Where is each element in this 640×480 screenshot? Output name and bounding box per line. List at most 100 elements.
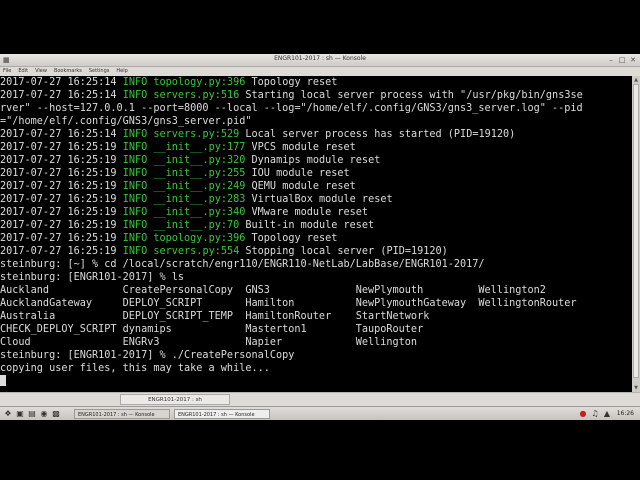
- log-msg: Built-in module reset: [245, 220, 375, 231]
- log-msg: Topology reset: [251, 77, 338, 88]
- menu-bookmarks[interactable]: Bookmarks: [54, 67, 82, 76]
- log-ts: 2017-07-27 16:25:19: [0, 246, 117, 257]
- volume-icon[interactable]: ♫: [590, 409, 600, 419]
- menu-help[interactable]: Help: [116, 67, 127, 76]
- log-src: __init__.py:283: [153, 194, 246, 205]
- taskbar-task-konsole-1[interactable]: ENGR101-2017 : sh — Konsole: [74, 409, 170, 419]
- log-lvl: INFO: [122, 77, 148, 88]
- log-msg: Dynamips module reset: [251, 155, 381, 166]
- log-lvl: INFO: [122, 168, 148, 179]
- log-msg: Topology reset: [251, 233, 338, 244]
- log-msg: QEMU module reset: [251, 181, 356, 192]
- log-src: __init__.py:320: [153, 155, 246, 166]
- terminal-line: steinburg: [~] % cd /local/scratch/engr1…: [0, 258, 632, 271]
- log-src: servers.py:554: [153, 246, 240, 257]
- log-lvl: INFO: [122, 155, 148, 166]
- taskbar-clock[interactable]: 16:26: [617, 409, 634, 419]
- terminal-scrollbar[interactable]: ▲ ▼: [632, 76, 640, 392]
- window-title: ENGR101-2017 : sh — Konsole: [274, 55, 366, 62]
- log-src: __init__.py:249: [153, 181, 246, 192]
- log-lvl: INFO: [122, 220, 148, 231]
- terminal-text: ="/home/elf/.config/GNS3/gns3_server.pid…: [0, 116, 252, 127]
- scrollbar-thumb[interactable]: [633, 84, 639, 378]
- log-ts: 2017-07-27 16:25:19: [0, 168, 117, 179]
- terminal-line: copying user files, this may take a whil…: [0, 362, 632, 375]
- terminal-text: rver" --host=127.0.0.1 --port=8000 --loc…: [0, 103, 583, 114]
- log-lvl: INFO: [122, 129, 148, 140]
- terminal-text: Auckland CreatePersonalCopy GNS3 NewPlym…: [0, 285, 546, 296]
- konsole-tab-bar: ENGR101-2017 : sh: [0, 392, 640, 407]
- log-src: topology.py:396: [153, 233, 246, 244]
- log-msg: IOU module reset: [251, 168, 350, 179]
- terminal-text: steinburg: [~] % cd /local/scratch/engr1…: [0, 259, 485, 270]
- terminal-line: 2017-07-27 16:25:19 INFO __init__.py:340…: [0, 206, 632, 219]
- menu-view[interactable]: View: [35, 67, 47, 76]
- log-msg: VPCS module reset: [251, 142, 356, 153]
- log-lvl: INFO: [122, 246, 148, 257]
- terminal-text: steinburg: [ENGR101-2017] % ls: [0, 272, 185, 283]
- terminal-text: steinburg: [ENGR101-2017] % ./CreatePers…: [0, 350, 295, 361]
- log-src: __init__.py:177: [153, 142, 246, 153]
- scroll-down-icon[interactable]: ▼: [632, 384, 640, 392]
- log-lvl: INFO: [122, 233, 148, 244]
- show-desktop-icon[interactable]: ▣: [15, 409, 25, 419]
- log-msg: Starting local server process with "/usr…: [245, 90, 583, 101]
- file-manager-icon[interactable]: ▤: [27, 409, 37, 419]
- log-lvl: INFO: [122, 207, 148, 218]
- terminal-line: 2017-07-27 16:25:19 INFO __init__.py:249…: [0, 180, 632, 193]
- log-src: __init__.py:255: [153, 168, 246, 179]
- taskbar: ❖ ▣ ▤ ◉ ▩ ENGR101-2017 : sh — Konsole EN…: [0, 406, 640, 420]
- log-src: servers.py:529: [153, 129, 240, 140]
- terminal-line: Australia DEPLOY_SCRIPT_TEMP HamiltonRou…: [0, 310, 632, 323]
- terminal-text: Australia DEPLOY_SCRIPT_TEMP HamiltonRou…: [0, 311, 430, 322]
- terminal-line: ="/home/elf/.config/GNS3/gns3_server.pid…: [0, 115, 632, 128]
- log-lvl: INFO: [122, 90, 148, 101]
- terminal-line: 2017-07-27 16:25:19 INFO __init__.py:320…: [0, 154, 632, 167]
- log-lvl: INFO: [122, 142, 148, 153]
- terminal-line: steinburg: [ENGR101-2017] % ./CreatePers…: [0, 349, 632, 362]
- terminal-line: 2017-07-27 16:25:14 INFO servers.py:516 …: [0, 89, 632, 102]
- log-src: __init__.py:70: [153, 220, 240, 231]
- terminal-line: 2017-07-27 16:25:19 INFO servers.py:554 …: [0, 245, 632, 258]
- terminal-line: steinburg: [ENGR101-2017] % ls: [0, 271, 632, 284]
- window-titlebar[interactable]: ▦ ENGR101-2017 : sh — Konsole – □ ✕: [0, 54, 640, 67]
- terminal-line: 2017-07-27 16:25:19 INFO topology.py:396…: [0, 232, 632, 245]
- menu-settings[interactable]: Settings: [89, 67, 110, 76]
- log-ts: 2017-07-27 16:25:19: [0, 181, 117, 192]
- terminal-text: CHECK_DEPLOY_SCRIPT dynamips Masterton1 …: [0, 324, 424, 335]
- terminal-line: 2017-07-27 16:25:19 INFO __init__.py:283…: [0, 193, 632, 206]
- start-menu-icon[interactable]: ❖: [3, 409, 13, 419]
- log-ts: 2017-07-27 16:25:19: [0, 233, 117, 244]
- terminal-launcher-icon[interactable]: ▩: [51, 409, 61, 419]
- browser-icon[interactable]: ◉: [39, 409, 49, 419]
- scroll-up-icon[interactable]: ▲: [632, 76, 640, 84]
- log-src: servers.py:516: [153, 90, 240, 101]
- terminal-output[interactable]: 2017-07-27 16:25:14 INFO topology.py:396…: [0, 76, 632, 392]
- terminal-line: 2017-07-27 16:25:19 INFO __init__.py:255…: [0, 167, 632, 180]
- terminal-cursor-line: [0, 375, 632, 388]
- log-lvl: INFO: [122, 194, 148, 205]
- terminal-text: copying user files, this may take a whil…: [0, 363, 270, 374]
- text-cursor: [0, 375, 6, 386]
- log-src: topology.py:396: [153, 77, 246, 88]
- log-ts: 2017-07-27 16:25:14: [0, 77, 117, 88]
- network-icon[interactable]: ▲: [602, 409, 612, 419]
- terminal-text: Cloud ENGRv3 Napier Wellington: [0, 337, 418, 348]
- terminal-line: 2017-07-27 16:25:19 INFO __init__.py:70 …: [0, 219, 632, 232]
- session-tab[interactable]: ENGR101-2017 : sh: [120, 394, 230, 405]
- menu-file[interactable]: File: [3, 67, 11, 76]
- close-icon[interactable]: ✕: [629, 56, 637, 64]
- log-ts: 2017-07-27 16:25:19: [0, 142, 117, 153]
- maximize-icon[interactable]: □: [618, 56, 626, 64]
- taskbar-task-konsole-2[interactable]: ENGR101-2017 : sh — Konsole: [174, 409, 270, 419]
- terminal-line: CHECK_DEPLOY_SCRIPT dynamips Masterton1 …: [0, 323, 632, 336]
- log-msg: VirtualBox module reset: [251, 194, 393, 205]
- log-ts: 2017-07-27 16:25:19: [0, 194, 117, 205]
- terminal-line: 2017-07-27 16:25:19 INFO __init__.py:177…: [0, 141, 632, 154]
- menu-edit[interactable]: Edit: [18, 67, 28, 76]
- log-msg: Stopping local server (PID=19120): [245, 246, 448, 257]
- log-ts: 2017-07-27 16:25:19: [0, 207, 117, 218]
- terminal-text: AucklandGateway DEPLOY_SCRIPT Hamilton N…: [0, 298, 577, 309]
- minimize-icon[interactable]: –: [607, 56, 615, 64]
- notification-icon[interactable]: ●: [578, 409, 588, 419]
